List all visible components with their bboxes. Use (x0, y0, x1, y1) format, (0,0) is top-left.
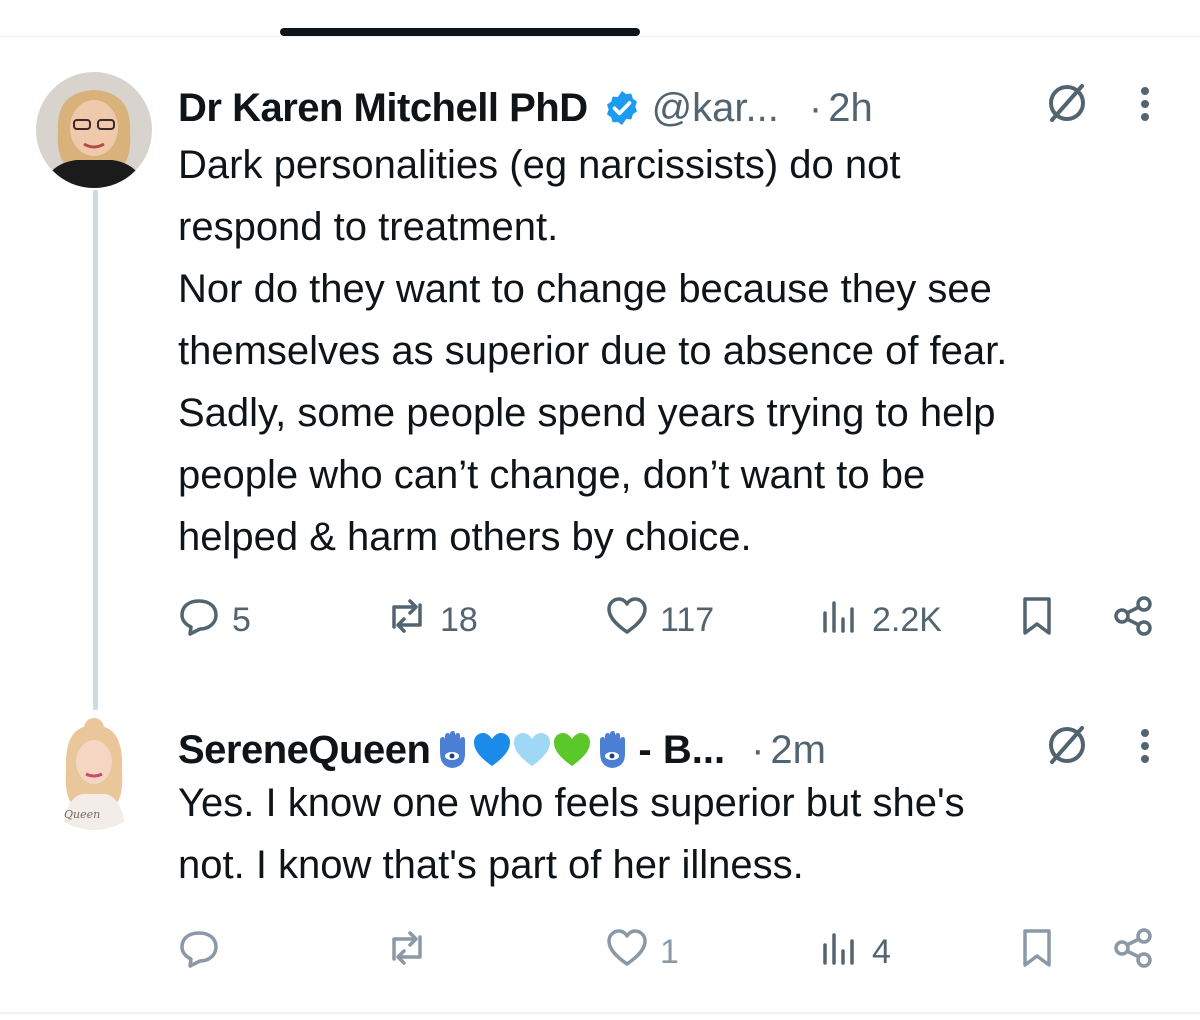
views-count: 4 (872, 932, 891, 971)
separator-dot: · (808, 85, 823, 130)
like-button[interactable]: 117 (604, 590, 714, 650)
blue-heart-emoji-icon (472, 730, 512, 770)
verified-badge-icon (602, 88, 642, 128)
avatar-serenequeen[interactable]: Queen (36, 714, 152, 830)
timestamp[interactable]: 2h (828, 86, 873, 131)
action-bar: 5 18 117 2.2K (176, 590, 1176, 650)
repost-icon (384, 593, 430, 648)
views-button[interactable]: 4 (816, 922, 891, 982)
like-count: 1 (660, 932, 679, 971)
repost-icon (384, 925, 430, 980)
divider (0, 36, 1200, 37)
bookmark-button[interactable] (1014, 590, 1060, 650)
tweet-text: Yes. I know one who feels superior but s… (178, 781, 965, 887)
views-icon (816, 925, 862, 980)
share-button[interactable] (1110, 590, 1156, 650)
like-button[interactable]: 1 (604, 922, 679, 982)
grok-icon[interactable] (1044, 722, 1090, 768)
like-count: 117 (660, 600, 715, 639)
like-icon (604, 593, 650, 648)
author-name[interactable]: Dr Karen Mitchell PhD (178, 86, 588, 131)
reply-button[interactable]: 5 (176, 590, 251, 650)
reply-icon (176, 925, 222, 980)
home-indicator-bar (280, 28, 640, 36)
views-icon (816, 593, 862, 648)
views-count: 2.2K (872, 600, 942, 639)
avatar-karen[interactable] (36, 72, 152, 188)
thread-line (93, 190, 98, 710)
reply-count: 5 (232, 600, 251, 639)
share-icon (1110, 925, 1156, 980)
separator-dot: · (751, 727, 765, 772)
tweet-header: Dr Karen Mitchell PhD @kar... · 2h (178, 78, 1168, 138)
repost-button[interactable] (384, 922, 440, 982)
share-button[interactable] (1110, 922, 1156, 982)
author-name-trail[interactable]: - B... (638, 728, 725, 773)
reply-icon (176, 593, 222, 648)
timestamp[interactable]: 2m (770, 728, 826, 773)
hamsa-emoji-icon (592, 730, 632, 770)
divider (0, 1012, 1200, 1014)
like-icon (604, 925, 650, 980)
light-blue-heart-emoji-icon (512, 730, 552, 770)
views-button[interactable]: 2.2K (816, 590, 942, 650)
hamsa-emoji-icon (432, 730, 472, 770)
tweet-text: Dark personalities (eg narcissists) do n… (178, 143, 1008, 559)
avatar-caption: Queen (64, 808, 100, 821)
tweet-header: SereneQueen - B... · 2m (178, 720, 1168, 780)
bookmark-button[interactable] (1014, 922, 1060, 982)
action-bar: 1 4 (176, 922, 1176, 982)
bookmark-icon (1014, 925, 1060, 980)
green-heart-emoji-icon (552, 730, 592, 770)
author-handle[interactable]: @kar... (652, 86, 779, 131)
grok-icon[interactable] (1044, 80, 1090, 126)
reply-button[interactable] (176, 922, 232, 982)
repost-count: 18 (440, 600, 478, 639)
share-icon (1110, 593, 1156, 648)
repost-button[interactable]: 18 (384, 590, 478, 650)
bookmark-icon (1014, 593, 1060, 648)
more-icon[interactable] (1140, 86, 1150, 122)
name-emojis (432, 730, 632, 770)
author-name[interactable]: SereneQueen (178, 728, 431, 773)
more-icon[interactable] (1140, 728, 1150, 764)
